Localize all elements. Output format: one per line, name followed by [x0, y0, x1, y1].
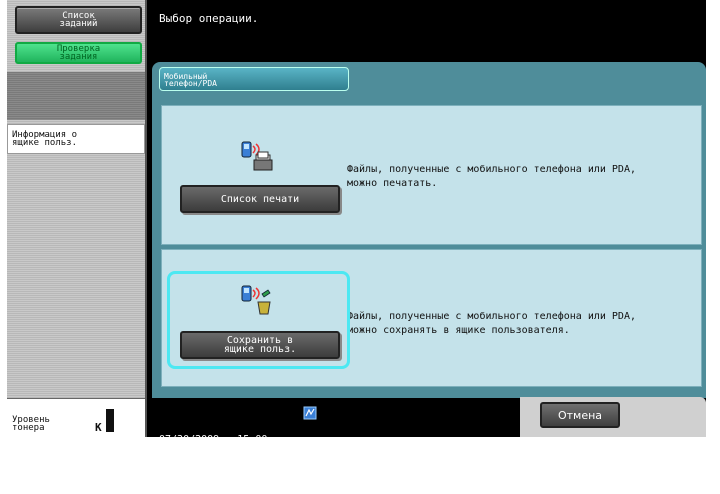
user-box-info-label: Информация о ящике польз.: [7, 124, 145, 154]
sidebar: Список заданий Проверка задания Информац…: [7, 0, 147, 437]
network-status-icon: [303, 406, 317, 420]
toner-status: Уровень тонера K: [7, 398, 145, 437]
toner-color-label: K: [95, 421, 102, 434]
job-list-button[interactable]: Список заданий: [15, 6, 142, 34]
option-print-list: Список печати Файлы, полученные с мобиль…: [161, 105, 702, 245]
job-check-button[interactable]: Проверка задания: [15, 42, 142, 64]
toner-level-bar: [106, 409, 114, 432]
mobile-print-icon: [241, 141, 273, 171]
datetime-label: 07/30/2009 15:00: [159, 434, 268, 445]
print-list-description: Файлы, полученные с мобильного телефона …: [347, 164, 636, 189]
toner-label: Уровень тонера: [12, 415, 50, 433]
footer-status: 07/30/2009 15:00 Память 0%: [159, 410, 267, 494]
footer-action-area: Отмена: [520, 397, 706, 437]
memory-label: Память 0%: [159, 470, 262, 481]
save-to-box-description: Файлы, полученные с мобильного телефона …: [347, 311, 636, 336]
panel-tab-mobile-pda: Мобильный телефон/PDA: [159, 67, 349, 91]
header-message: Выбор операции.: [159, 12, 259, 25]
print-list-button[interactable]: Список печати: [180, 185, 340, 213]
sidebar-divider: [7, 72, 145, 120]
selection-highlight: [167, 271, 350, 369]
cancel-button[interactable]: Отмена: [540, 402, 620, 428]
main-panel: Мобильный телефон/PDA Список печати Файл…: [152, 62, 706, 398]
